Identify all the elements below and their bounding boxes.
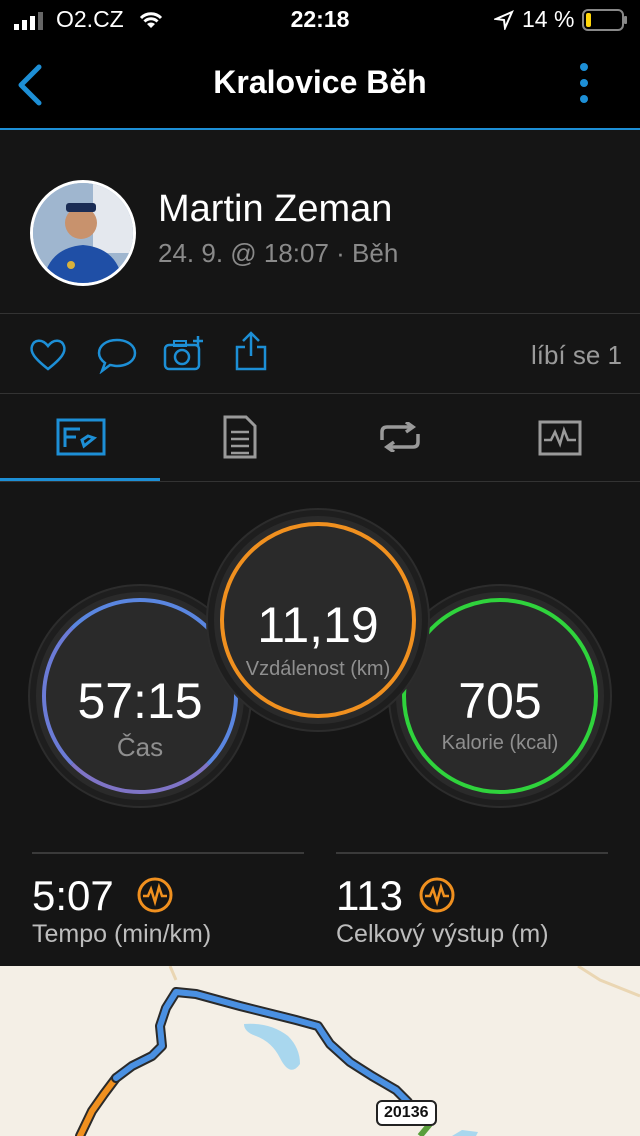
like-icon[interactable] (28, 336, 68, 377)
pace-label: Tempo (min/km) (32, 920, 212, 948)
calories-label: Kalorie (kcal) (441, 732, 559, 754)
pace-value: 5:07 (32, 872, 114, 919)
distance-label: Vzdálenost (km) (245, 658, 391, 680)
status-bar: O2.CZ 22:18 14 % (0, 0, 640, 40)
elevation-chart-icon[interactable] (418, 876, 456, 919)
page-title: Kralovice Běh (213, 64, 427, 100)
tab-details[interactable] (160, 394, 320, 478)
battery-percent: 14 % (522, 6, 575, 32)
tab-graphs[interactable] (480, 394, 640, 478)
time-label: Čas (116, 732, 164, 762)
elevation-value: 113 (336, 872, 403, 919)
more-options-icon[interactable] (576, 62, 592, 111)
divider (0, 313, 640, 314)
nav-bar: Kralovice Běh (0, 40, 640, 130)
avatar[interactable] (30, 180, 136, 286)
divider (32, 852, 304, 854)
location-arrow-icon (492, 10, 514, 35)
laps-icon (376, 420, 424, 457)
pace-chart-icon[interactable] (136, 876, 174, 919)
road-number-label: 20136 (376, 1100, 437, 1126)
tab-overview[interactable] (0, 394, 160, 478)
route-map[interactable]: 20136 (0, 966, 640, 1136)
calories-value: 705 (458, 673, 542, 729)
add-photo-icon[interactable] (162, 334, 206, 379)
overview-icon (56, 418, 106, 461)
calories-circle: 705 Kalorie (kcal) (396, 592, 604, 800)
activity-meta: 24. 9. @ 18:07 · Běh (158, 238, 399, 268)
elevation-label: Celkový výstup (m) (336, 920, 549, 948)
comment-icon[interactable] (96, 336, 138, 379)
share-icon[interactable] (234, 330, 268, 377)
battery-icon (582, 9, 628, 36)
divider (336, 852, 608, 854)
divider (0, 481, 640, 482)
tab-laps[interactable] (320, 394, 480, 478)
time-circle: 57:15 Čas (36, 592, 244, 800)
distance-circle: 11,19 Vzdálenost (km) (214, 516, 422, 724)
time-value: 57:15 (77, 673, 203, 729)
likes-count[interactable]: líbí se 1 (531, 340, 622, 371)
details-icon (222, 414, 258, 465)
user-name[interactable]: Martin Zeman (158, 188, 392, 231)
graphs-icon (538, 420, 582, 461)
distance-value: 11,19 (257, 597, 379, 653)
